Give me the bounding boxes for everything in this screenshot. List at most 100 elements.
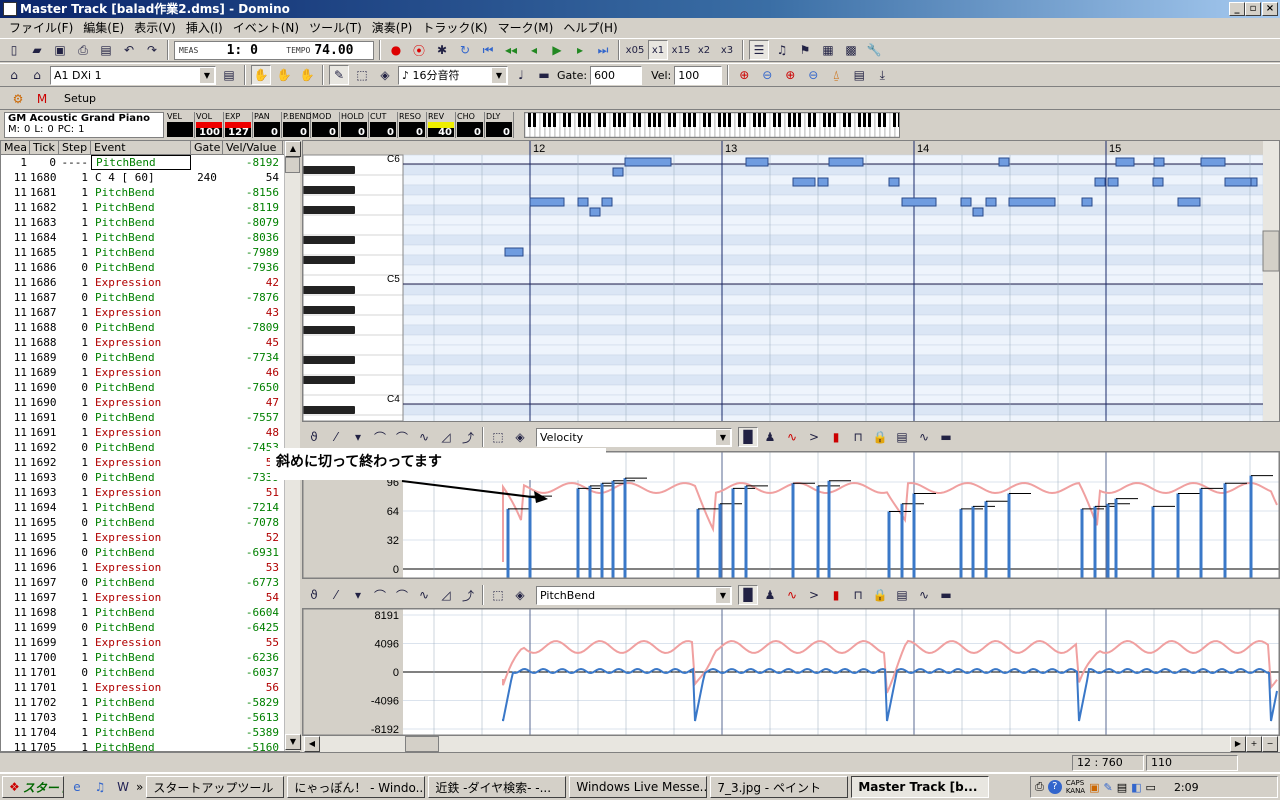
- channel-reso[interactable]: RESO 0: [398, 112, 427, 138]
- black-key[interactable]: [303, 406, 355, 414]
- curve2-tool-icon[interactable]: ⌒: [392, 427, 412, 447]
- volume-icon[interactable]: ◧: [1131, 781, 1141, 794]
- table-row[interactable]: 11 1688 0 PitchBend -7809: [1, 320, 299, 335]
- list-toggle-icon[interactable]: ▤: [892, 585, 912, 605]
- black-key[interactable]: [303, 206, 355, 214]
- level-meter-icon[interactable]: ▮: [826, 585, 846, 605]
- piano-roll[interactable]: C6 C5 C4 12 13 14 15: [302, 107, 1280, 426]
- mini-black-key[interactable]: [868, 113, 871, 127]
- mini-black-key[interactable]: [578, 113, 581, 127]
- mini-black-key[interactable]: [833, 113, 836, 127]
- controller-type-select[interactable]: PitchBend ▼: [536, 585, 732, 605]
- channel-vel[interactable]: VEL: [166, 112, 195, 138]
- menu-file[interactable]: ファイル(F): [4, 19, 78, 36]
- mini-black-key[interactable]: [703, 113, 706, 127]
- setup-button[interactable]: Setup: [64, 92, 96, 105]
- note-block[interactable]: [985, 197, 997, 207]
- hscroll-thumb[interactable]: [405, 736, 439, 752]
- undo-icon[interactable]: ↶: [119, 40, 139, 60]
- pitchbend-pane[interactable]: 8191 4096 0 -4096 -8192: [302, 608, 1280, 736]
- menu-view[interactable]: 表示(V): [129, 19, 181, 36]
- table-row[interactable]: 11 1694 1 PitchBend -7214: [1, 500, 299, 515]
- roll-vscroll-thumb[interactable]: [1262, 230, 1280, 272]
- mini-black-key[interactable]: [633, 113, 636, 127]
- open-folder-icon[interactable]: ▰: [27, 40, 47, 60]
- note-lane[interactable]: [402, 384, 1264, 396]
- zoom-x1-button[interactable]: x1: [648, 40, 668, 60]
- mini-black-key[interactable]: [668, 113, 671, 127]
- eraser-icon[interactable]: ◈: [510, 585, 530, 605]
- adjust-tool-icon[interactable]: ⤴: [458, 427, 478, 447]
- mini-black-key[interactable]: [533, 113, 536, 127]
- eraser-tool-icon[interactable]: ◈: [375, 65, 395, 85]
- table-row[interactable]: 11 1690 1 Expression 47: [1, 395, 299, 410]
- lock-icon[interactable]: 🔒: [870, 585, 890, 605]
- table-row[interactable]: 11 1690 0 PitchBend -7650: [1, 380, 299, 395]
- table-row[interactable]: 11 1684 1 PitchBend -8036: [1, 230, 299, 245]
- mini-black-key[interactable]: [878, 113, 881, 127]
- menu-tools[interactable]: ツール(T): [304, 19, 367, 36]
- marker-view-icon[interactable]: ⚑: [795, 40, 815, 60]
- task-domino[interactable]: Master Track [b...: [851, 776, 990, 798]
- curve2-tool-icon[interactable]: ⌒: [392, 585, 412, 605]
- new-file-icon[interactable]: ▯: [4, 40, 24, 60]
- mini-black-key[interactable]: [693, 113, 696, 127]
- table-row[interactable]: 11 1699 1 Expression 55: [1, 635, 299, 650]
- note-block[interactable]: [1177, 197, 1201, 207]
- midi-port-icon[interactable]: ⚙: [8, 89, 28, 109]
- black-key[interactable]: [303, 326, 355, 334]
- network-icon[interactable]: ▤: [1117, 781, 1127, 794]
- list-view-icon[interactable]: ☰: [749, 40, 769, 60]
- zoom-out-blue-icon[interactable]: ⊖: [757, 65, 777, 85]
- black-key[interactable]: [303, 256, 355, 264]
- note-lane[interactable]: [402, 364, 1264, 376]
- mini-keyboard[interactable]: [524, 112, 901, 138]
- table-row[interactable]: 11 1697 0 PitchBend -6773: [1, 575, 299, 590]
- zoom-in-button[interactable]: +: [1246, 736, 1262, 752]
- range-icon[interactable]: ⊓: [848, 585, 868, 605]
- mini-black-key[interactable]: [623, 113, 626, 127]
- mini-black-key[interactable]: [753, 113, 756, 127]
- col-event[interactable]: Event: [91, 141, 191, 154]
- horizontal-scrollbar[interactable]: ◀ ▶ + −: [302, 736, 1280, 752]
- zoom-x15-button[interactable]: x15: [671, 40, 691, 60]
- table-row[interactable]: 11 1691 0 PitchBend -7557: [1, 410, 299, 425]
- table-row[interactable]: 11 1698 1 PitchBend -6604: [1, 605, 299, 620]
- media-player-icon[interactable]: ♫: [90, 777, 110, 797]
- note-block[interactable]: [1250, 177, 1258, 187]
- zoom-fit-red-icon[interactable]: ⊕: [780, 65, 800, 85]
- table-row[interactable]: 11 1693 0 PitchBend -7339: [1, 470, 299, 485]
- ramp-tool-icon[interactable]: ◿: [436, 427, 456, 447]
- note-block[interactable]: [998, 157, 1010, 167]
- note-block[interactable]: [529, 197, 565, 207]
- col-tick[interactable]: Tick: [30, 141, 59, 154]
- note-block[interactable]: [612, 167, 624, 177]
- table-row[interactable]: 11 1703 1 PitchBend -5613: [1, 710, 299, 725]
- select-area-icon[interactable]: ⬚: [488, 585, 508, 605]
- task-startup-tool[interactable]: スタートアップツール: [146, 776, 285, 798]
- channel-pan[interactable]: PAN 0: [253, 112, 282, 138]
- note-block[interactable]: [1081, 197, 1093, 207]
- mini-black-key[interactable]: [658, 113, 661, 127]
- wave-overlay-icon[interactable]: ∿: [782, 585, 802, 605]
- scroll-right-button[interactable]: ▶: [1230, 736, 1246, 752]
- mini-black-key[interactable]: [823, 113, 826, 127]
- note-lane[interactable]: [402, 334, 1264, 346]
- mini-black-key[interactable]: [548, 113, 551, 127]
- bar-view-icon[interactable]: ▐▌: [738, 585, 758, 605]
- zoom-out-button[interactable]: −: [1262, 736, 1278, 752]
- table-row[interactable]: 11 1689 0 PitchBend -7734: [1, 350, 299, 365]
- black-key[interactable]: [303, 166, 355, 174]
- start-button[interactable]: ❖スタート: [2, 776, 64, 798]
- mini-black-key[interactable]: [788, 113, 791, 127]
- mini-black-key[interactable]: [883, 113, 886, 127]
- ime-icon[interactable]: ▣: [1089, 781, 1099, 794]
- printer-icon[interactable]: ⎙: [1035, 780, 1044, 794]
- note-lane[interactable]: [402, 294, 1264, 306]
- mini-black-key[interactable]: [758, 113, 761, 127]
- note-block[interactable]: [792, 177, 816, 187]
- channel-hold[interactable]: HOLD 0: [340, 112, 369, 138]
- mini-black-key[interactable]: [863, 113, 866, 127]
- mini-black-key[interactable]: [778, 113, 781, 127]
- mini-black-key[interactable]: [858, 113, 861, 127]
